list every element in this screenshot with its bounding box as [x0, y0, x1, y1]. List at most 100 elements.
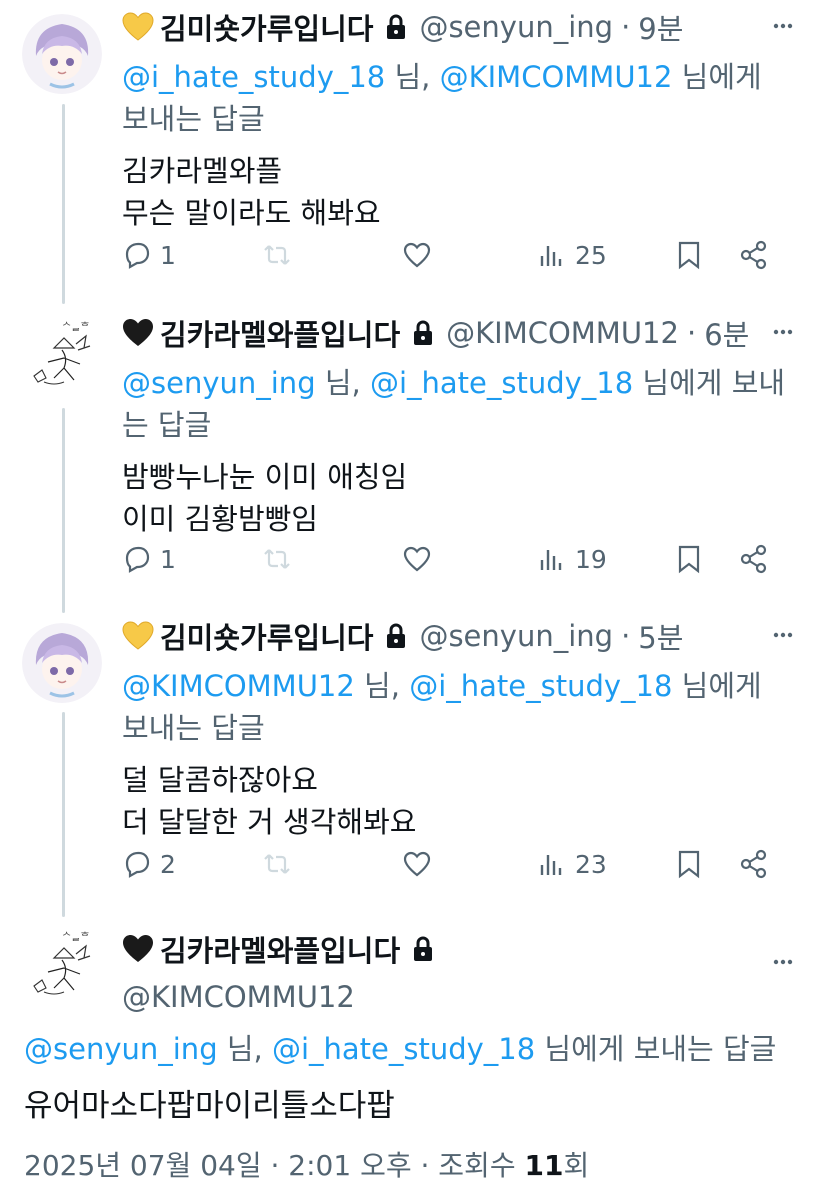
author-name[interactable]: 김카라멜와플입니다: [160, 312, 400, 354]
tweet-date[interactable]: 2025년 07월 04일 · 2:01 오후 · 조회수: [24, 1149, 524, 1182]
author-handle[interactable]: @senyun_ing: [419, 10, 613, 44]
mention-link[interactable]: @senyun_ing: [122, 366, 316, 400]
timestamp[interactable]: 6분: [704, 312, 749, 354]
tweet[interactable]: 김미숏가루입니다 @senyun_ing · 9분 @i_hate_study_…: [0, 0, 815, 304]
bookmark-icon: [678, 850, 700, 879]
mention-link[interactable]: @i_hate_study_18: [409, 669, 672, 703]
bookmark-button[interactable]: [674, 544, 704, 574]
share-icon: [740, 240, 767, 270]
bookmark-button[interactable]: [674, 849, 704, 879]
tweet-text-line: 더 달달한 거 생각해봐요: [122, 805, 417, 839]
mention-link[interactable]: @i_hate_study_18: [272, 1032, 535, 1066]
tweet-text: 유어마소다팝마이리틀소다팝: [24, 1088, 395, 1124]
tweet-text: 밤빵누나눈 이미 애칭임 이미 김황밤빵임: [122, 456, 791, 540]
tweet-meta: 2025년 07월 04일 · 2:01 오후 · 조회수 11회: [24, 1146, 589, 1186]
black-heart-icon: [123, 319, 153, 346]
share-button[interactable]: [739, 240, 769, 270]
tweet-text-line: 이미 김황밤빵임: [122, 502, 318, 536]
mention-link[interactable]: @i_hate_study_18: [122, 60, 385, 94]
reply-connector: 님,: [315, 366, 370, 400]
reply-context: @i_hate_study_18 님, @KIMCOMMU12 님에게 보내는 …: [122, 56, 791, 140]
focused-tweet: ᄉᆯᄒ 김카라멜와플입니다 @KIMCOMMU12 @senyun_ing 님,…: [0, 914, 815, 1200]
reply-button[interactable]: 2: [122, 849, 176, 879]
tweet-text-line: 김카라멜와플: [122, 154, 283, 188]
retweet-button[interactable]: [262, 544, 292, 574]
reply-connector: 님,: [354, 669, 410, 703]
like-button[interactable]: [402, 240, 432, 270]
yellow-heart-icon: [122, 621, 154, 650]
analytics-icon: [540, 550, 562, 570]
reply-suffix: 님에게 보내는 답글: [535, 1032, 777, 1066]
more-options-icon[interactable]: [771, 14, 795, 38]
views-button[interactable]: 23: [537, 849, 607, 879]
share-button[interactable]: [739, 849, 769, 879]
svg-text:ᄉᆯᄒ: ᄉᆯᄒ: [62, 321, 90, 333]
retweet-icon: [264, 854, 290, 874]
views-button[interactable]: 19: [537, 544, 607, 574]
more-options-icon[interactable]: [771, 320, 795, 344]
black-heart-icon: [123, 935, 153, 962]
share-icon: [740, 544, 767, 574]
mention-link[interactable]: @KIMCOMMU12: [122, 669, 355, 703]
bookmark-icon: [678, 241, 700, 270]
avatar[interactable]: [22, 623, 102, 703]
reply-icon: [125, 546, 150, 573]
mention-link[interactable]: @i_hate_study_18: [370, 366, 633, 400]
tweet-text-line: 덜 달콤하잖아요: [122, 763, 318, 797]
tweet-text: 김카라멜와플 무슨 말이라도 해봐요: [122, 150, 791, 234]
lock-icon: [414, 936, 433, 961]
views-button[interactable]: 25: [537, 240, 607, 270]
reply-context: @senyun_ing 님, @i_hate_study_18 님에게 보내는 …: [122, 362, 791, 446]
analytics-icon: [540, 855, 562, 875]
share-button[interactable]: [739, 544, 769, 574]
reply-count: 1: [160, 240, 176, 270]
lock-icon: [414, 320, 433, 345]
view-count: 19: [575, 544, 607, 574]
more-options-icon[interactable]: [771, 950, 795, 974]
reply-connector: 님,: [217, 1032, 272, 1066]
more-options-icon[interactable]: [771, 623, 795, 647]
heart-icon: [403, 242, 431, 268]
analytics-icon: [540, 246, 562, 266]
view-count: 25: [575, 240, 607, 270]
reply-context: @senyun_ing 님, @i_hate_study_18 님에게 보내는 …: [24, 1028, 776, 1070]
retweet-button[interactable]: [262, 849, 292, 879]
retweet-button[interactable]: [262, 240, 292, 270]
author-name[interactable]: 김미숏가루입니다: [160, 6, 373, 48]
timestamp[interactable]: 9분: [638, 6, 683, 48]
bookmark-button[interactable]: [674, 240, 704, 270]
view-count: 11: [524, 1149, 564, 1182]
like-button[interactable]: [402, 849, 432, 879]
author-name[interactable]: 김미숏가루입니다: [160, 615, 373, 657]
author-handle[interactable]: @KIMCOMMU12: [446, 316, 679, 350]
avatar[interactable]: [22, 14, 102, 94]
svg-text:ᄉᆯᄒ: ᄉᆯᄒ: [62, 931, 90, 943]
yellow-heart-icon: [122, 12, 154, 41]
separator: ·: [686, 316, 697, 350]
lock-icon: [387, 14, 406, 39]
mention-link[interactable]: @KIMCOMMU12: [440, 60, 673, 94]
avatar[interactable]: ᄉᆯᄒ: [24, 314, 104, 394]
author-name[interactable]: 김카라멜와플입니다: [160, 928, 400, 970]
reply-count: 1: [160, 544, 176, 574]
avatar[interactable]: ᄉᆯᄒ: [24, 924, 104, 1004]
tweet[interactable]: ᄉᆯᄒ 김카라멜와플입니다 @KIMCOMMU12 · 6분 @senyun_i…: [0, 304, 815, 609]
tweet-text-line: 무슨 말이라도 해봐요: [122, 196, 381, 230]
timestamp[interactable]: 5분: [638, 615, 683, 657]
like-button[interactable]: [402, 544, 432, 574]
author-handle[interactable]: @senyun_ing: [419, 619, 613, 653]
tweet[interactable]: 김미숏가루입니다 @senyun_ing · 5분 @KIMCOMMU12 님,…: [0, 609, 815, 914]
author-handle[interactable]: @KIMCOMMU12: [122, 980, 355, 1014]
reply-count: 2: [160, 849, 176, 879]
mention-link[interactable]: @senyun_ing: [24, 1032, 218, 1066]
view-count: 23: [575, 849, 607, 879]
reply-button[interactable]: 1: [122, 240, 176, 270]
separator: ·: [621, 619, 631, 653]
reply-icon: [125, 851, 150, 878]
heart-icon: [403, 851, 431, 877]
view-unit: 회: [563, 1149, 590, 1182]
retweet-icon: [264, 549, 290, 569]
reply-button[interactable]: 1: [122, 544, 176, 574]
reply-icon: [125, 242, 150, 269]
retweet-icon: [264, 245, 290, 265]
